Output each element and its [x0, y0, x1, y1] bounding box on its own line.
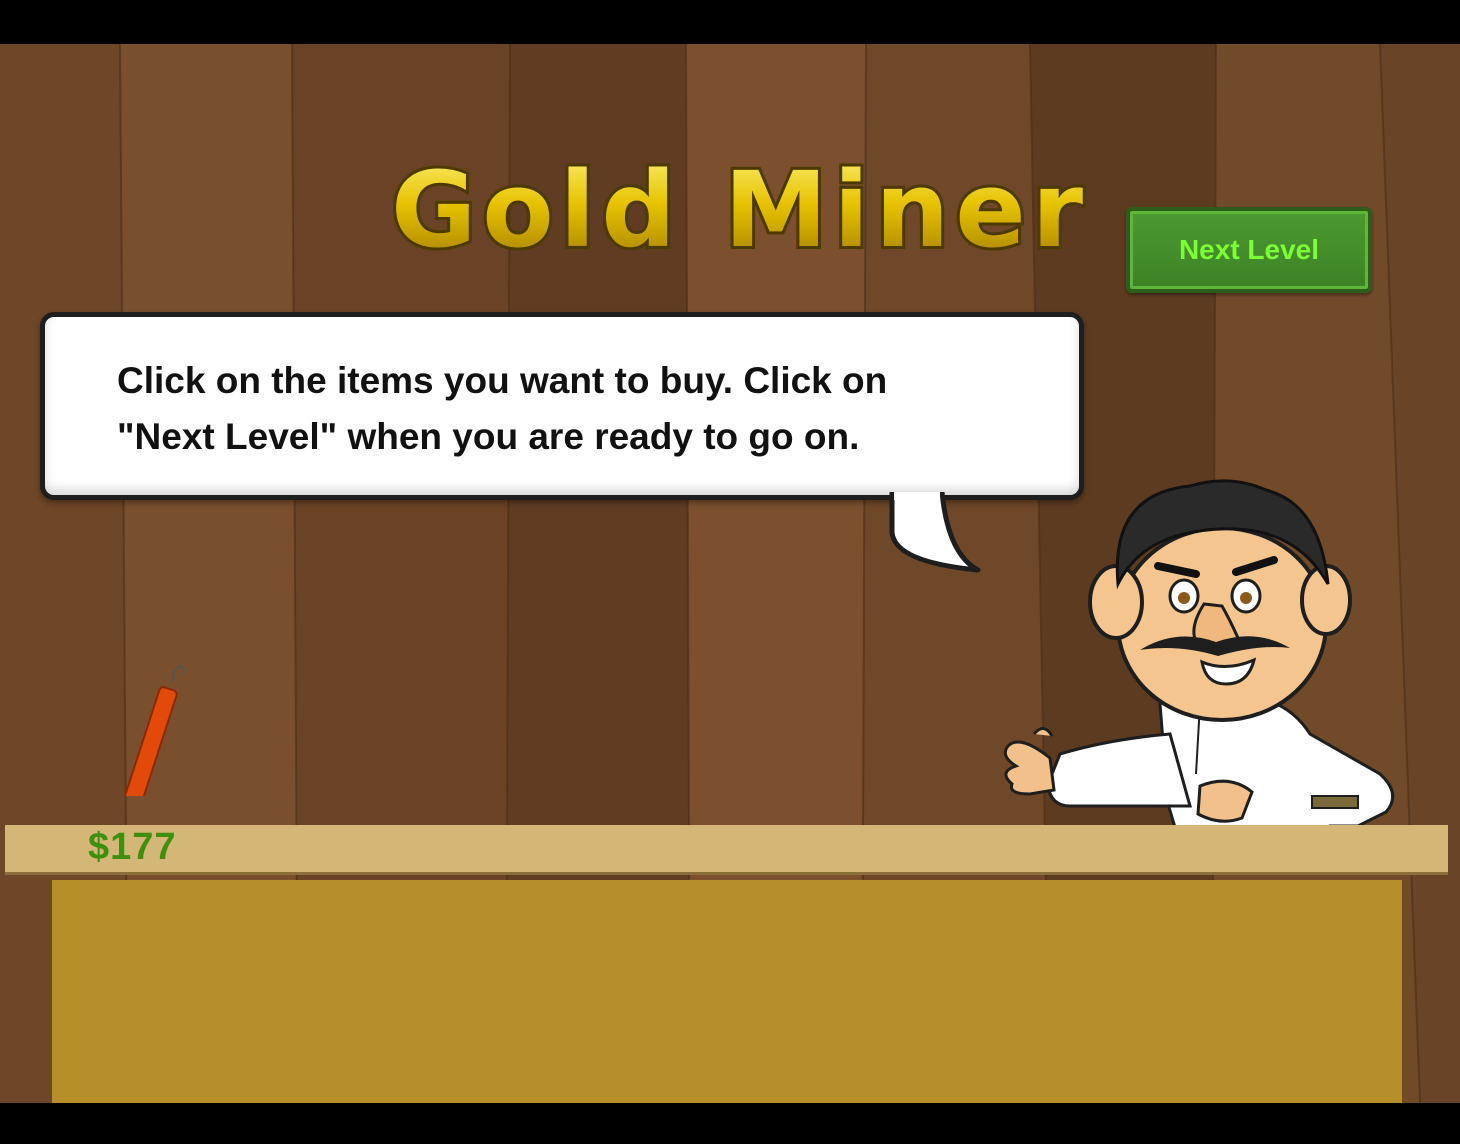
instruction-line-2: "Next Level" when you are ready to go on… — [117, 416, 860, 457]
shop-counter-front — [52, 880, 1402, 1103]
game-stage: Gold Miner Next Level Click on the items… — [0, 44, 1460, 1103]
top-letterbox — [0, 0, 1460, 44]
speech-bubble-tail — [889, 492, 981, 573]
shop-counter-top — [5, 825, 1448, 875]
instruction-text: Click on the items you want to buy. Clic… — [117, 353, 1037, 465]
bottom-letterbox — [0, 1103, 1460, 1144]
speech-bubble: Click on the items you want to buy. Clic… — [40, 312, 1084, 500]
next-level-button[interactable]: Next Level — [1126, 207, 1372, 293]
instruction-line-1: Click on the items you want to buy. Clic… — [117, 360, 888, 401]
money-display: $177 — [88, 826, 177, 868]
game-title-logo: Gold Miner — [388, 146, 1089, 274]
game-title-text: Gold Miner — [391, 149, 1089, 271]
shopkeeper-character — [1003, 479, 1395, 834]
dynamite-icon[interactable] — [108, 656, 198, 796]
